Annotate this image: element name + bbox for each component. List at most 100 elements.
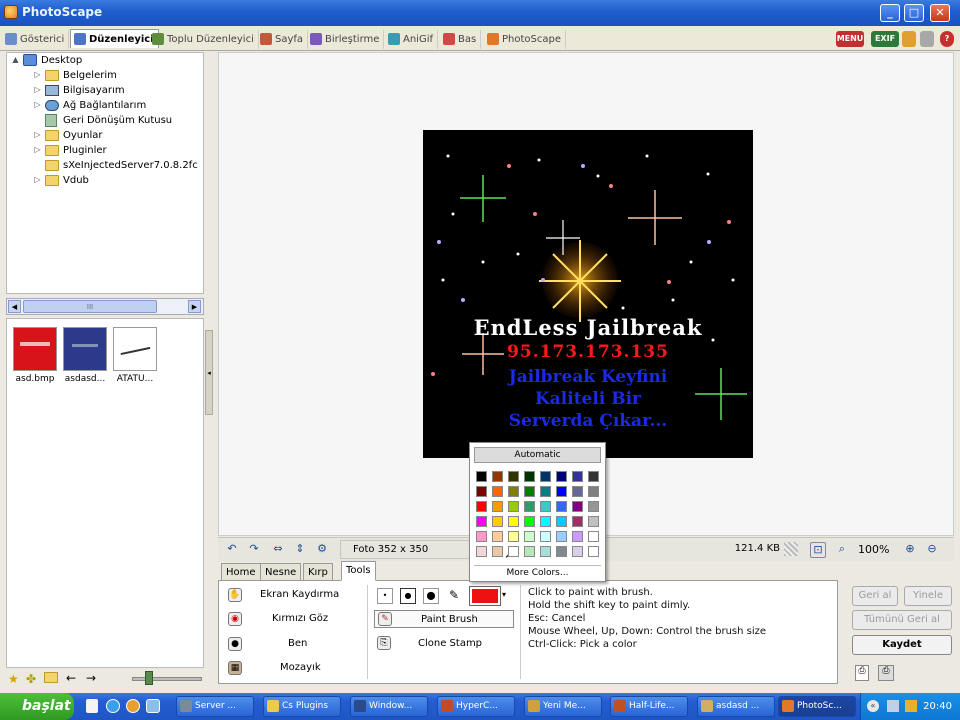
taskbar-item-cs-plugins[interactable]: Cs Plugins	[263, 696, 341, 717]
color-swatch[interactable]	[572, 501, 583, 512]
taskbar-item-server[interactable]: Server ...	[176, 696, 254, 717]
color-swatch[interactable]	[588, 531, 599, 542]
color-swatch[interactable]	[540, 546, 551, 557]
color-swatch[interactable]	[556, 501, 567, 512]
expander-icon[interactable]: ▷	[33, 146, 42, 155]
taskbar-item-asdasd[interactable]: asdasd ...	[697, 696, 775, 717]
color-swatch[interactable]	[588, 516, 599, 527]
menu-button[interactable]: MENU	[836, 31, 864, 47]
exif-button[interactable]: EXIF	[871, 31, 899, 47]
expander-icon[interactable]: ▷	[33, 71, 42, 80]
brush-size-medium[interactable]: ●	[400, 588, 416, 604]
tray-expand-icon[interactable]: «	[867, 700, 879, 712]
color-swatch[interactable]	[492, 501, 503, 512]
tab-tools[interactable]: Tools	[341, 561, 376, 581]
add-icon[interactable]: ✤	[26, 672, 36, 686]
color-dropdown-icon[interactable]: ▾	[502, 590, 506, 599]
color-swatch[interactable]	[508, 486, 519, 497]
volume-icon[interactable]	[887, 700, 899, 712]
color-swatch[interactable]	[508, 501, 519, 512]
color-swatch[interactable]	[588, 471, 599, 482]
color-swatch[interactable]	[492, 516, 503, 527]
color-swatch[interactable]	[524, 471, 535, 482]
close-button[interactable]: ✕	[930, 4, 950, 22]
taskbar-item-hyperc[interactable]: HyperC...	[437, 696, 515, 717]
color-swatch[interactable]	[492, 531, 503, 542]
zoom-actual-icon[interactable]: ⌕	[834, 542, 850, 558]
tab-nesne[interactable]: Nesne	[260, 563, 302, 581]
color-swatch[interactable]	[588, 486, 599, 497]
expander-icon[interactable]: ▷	[33, 86, 42, 95]
expander-icon[interactable]: ▷	[33, 176, 42, 185]
folder-icon[interactable]	[902, 31, 916, 47]
tree-node-sxe[interactable]: sXeInjectedServer7.0.8.2fc	[33, 158, 203, 173]
tab-photoscape[interactable]: PhotoScape	[484, 30, 566, 49]
color-swatch[interactable]	[524, 501, 535, 512]
print-icon[interactable]: ⎙	[878, 665, 894, 681]
taskbar-item-photoscape[interactable]: PhotoSc...	[778, 696, 856, 717]
color-swatch[interactable]	[476, 546, 487, 557]
quicklaunch-icon[interactable]	[146, 699, 160, 713]
new-document-icon[interactable]: ⎙	[855, 665, 869, 681]
zoom-in-icon[interactable]: ⊕	[902, 542, 918, 558]
settings-icon[interactable]: ⚙	[314, 542, 330, 558]
color-swatch[interactable]	[572, 486, 583, 497]
taskbar-item-half-life[interactable]: Half-Life...	[610, 696, 688, 717]
color-swatch[interactable]	[572, 531, 583, 542]
scroll-right-icon[interactable]: ▶	[188, 300, 201, 313]
color-swatch[interactable]	[540, 516, 551, 527]
network-tray-icon[interactable]	[905, 700, 917, 712]
tab-gosterici[interactable]: Gösterici	[2, 30, 70, 49]
thumbnail-image[interactable]	[63, 327, 107, 371]
tab-sayfa[interactable]: Sayfa	[257, 30, 309, 49]
brush-size-small[interactable]: •	[377, 588, 393, 604]
slider-thumb[interactable]	[145, 671, 153, 685]
minimize-button[interactable]: _	[880, 4, 900, 22]
color-swatch[interactable]	[556, 471, 567, 482]
transparency-icon[interactable]	[784, 542, 798, 556]
rotate-right-icon[interactable]: ↷	[246, 542, 262, 558]
scroll-left-icon[interactable]: ◀	[8, 300, 21, 313]
tab-duzenleyici[interactable]: Düzenleyici	[70, 29, 159, 48]
taskbar-item-window[interactable]: Window...	[350, 696, 428, 717]
back-icon[interactable]: ←	[66, 671, 76, 685]
tab-kirp[interactable]: Kırp	[303, 563, 333, 581]
thumbnail-image[interactable]	[113, 327, 157, 371]
color-swatch[interactable]	[508, 516, 519, 527]
undo-all-button[interactable]: Tümünü Geri al	[852, 610, 952, 630]
color-swatch[interactable]	[492, 471, 503, 482]
expander-icon[interactable]: ▷	[33, 131, 42, 140]
color-swatch[interactable]	[556, 486, 567, 497]
color-swatch[interactable]	[492, 546, 503, 557]
favorite-icon[interactable]: ★	[8, 672, 19, 686]
color-swatch[interactable]	[588, 546, 599, 557]
color-swatch[interactable]	[476, 531, 487, 542]
tool-paint-brush[interactable]: ✎ Paint Brush	[374, 610, 514, 628]
tab-anigif[interactable]: AniGif	[385, 30, 439, 49]
rotate-left-icon[interactable]: ↶	[224, 542, 240, 558]
color-swatch[interactable]	[476, 486, 487, 497]
tab-bas[interactable]: Bas	[440, 30, 482, 49]
color-swatch[interactable]	[556, 516, 567, 527]
color-swatch[interactable]	[508, 471, 519, 482]
color-swatch[interactable]	[540, 531, 551, 542]
flip-vertical-icon[interactable]: ⇕	[292, 542, 308, 558]
color-swatch[interactable]	[508, 531, 519, 542]
color-swatch[interactable]	[540, 471, 551, 482]
help-icon[interactable]: ?	[940, 31, 954, 47]
tab-birlestirme[interactable]: Birleştirme	[307, 30, 385, 49]
color-swatch[interactable]	[588, 501, 599, 512]
open-folder-icon[interactable]	[44, 672, 58, 683]
brush-color-button[interactable]	[469, 586, 501, 606]
expander-icon[interactable]: ▲	[11, 56, 20, 65]
color-swatch[interactable]	[572, 471, 583, 482]
automatic-color-button[interactable]: Automatic	[474, 447, 601, 463]
color-swatch[interactable]	[524, 531, 535, 542]
brush-size-large[interactable]: ⬤	[423, 588, 439, 604]
expander-icon[interactable]: ▷	[33, 101, 42, 110]
flip-horizontal-icon[interactable]: ⇔	[270, 542, 286, 558]
save-button[interactable]: Kaydet	[852, 635, 952, 655]
color-swatch[interactable]	[524, 546, 535, 557]
color-swatch[interactable]	[540, 486, 551, 497]
color-swatch[interactable]	[492, 486, 503, 497]
